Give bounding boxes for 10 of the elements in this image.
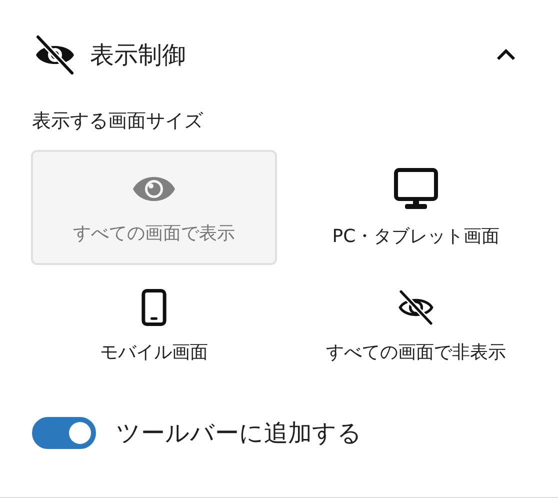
toggle-switch[interactable] [32, 417, 96, 449]
phone-icon [139, 289, 169, 326]
screen-size-option[interactable]: PC・タブレット画面 [293, 150, 539, 265]
section-label: 表示する画面サイズ [32, 109, 204, 134]
toggle-label: ツールバーに追加する [116, 418, 362, 449]
panel-title: 表示制御 [90, 40, 187, 71]
screen-size-option[interactable]: すべての画面で表示 [31, 150, 277, 265]
screen-size-option[interactable]: すべての画面で非表示 [293, 279, 539, 367]
screen-size-option[interactable]: モバイル画面 [31, 279, 277, 367]
monitor-icon [393, 168, 439, 210]
